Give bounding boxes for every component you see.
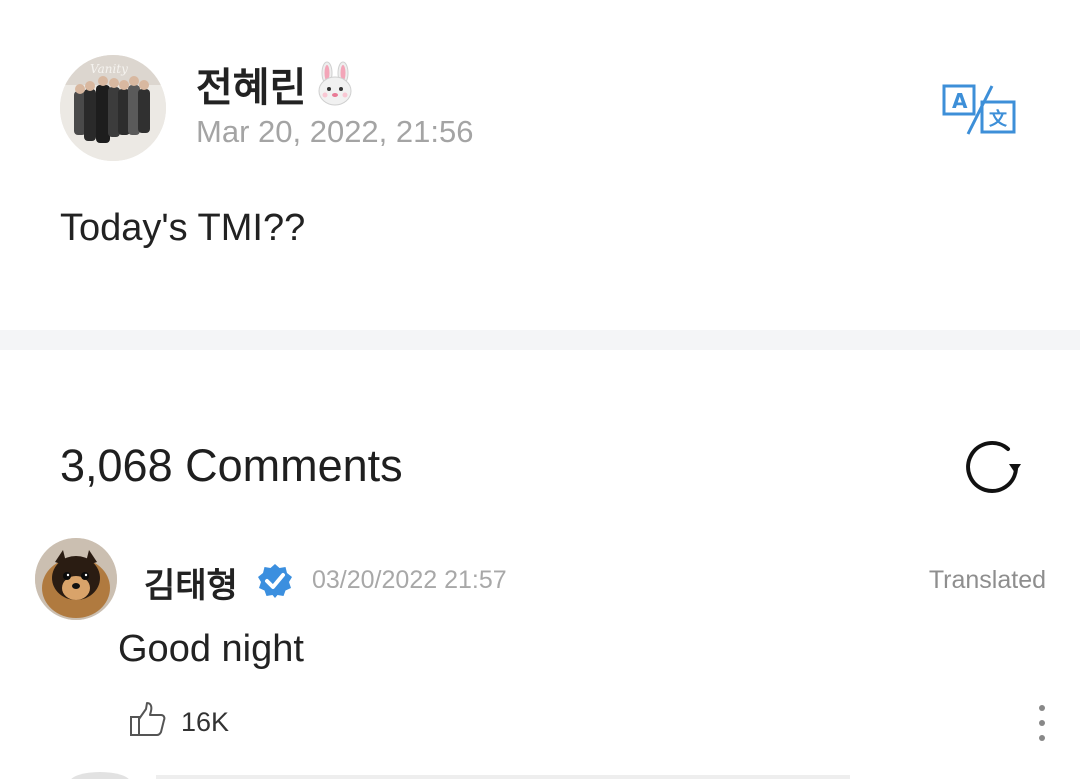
translated-label[interactable]: Translated — [929, 566, 1046, 595]
like-button[interactable] — [128, 700, 168, 740]
comment-date: 03/20/2022 21:57 — [312, 566, 507, 594]
like-count: 16K — [181, 707, 230, 737]
svg-text:A: A — [952, 89, 968, 113]
refresh-icon — [966, 441, 1021, 493]
comment-item: 김태형 03/20/2022 21:57 Translated Good nig… — [0, 530, 1080, 779]
refresh-button[interactable] — [960, 435, 1024, 499]
post-author-name[interactable]: 전혜린 — [196, 55, 358, 113]
comments-header: 3,068 Comments — [0, 350, 1080, 520]
translate-button[interactable]: A 文 — [940, 82, 1018, 138]
svg-text:Vanity: Vanity — [90, 62, 128, 76]
dog-avatar — [35, 538, 117, 620]
post-author-name-text: 전혜린 — [196, 66, 307, 110]
section-divider — [0, 330, 1080, 350]
rabbit-face-icon — [312, 61, 358, 107]
more-vertical-icon — [1039, 705, 1045, 741]
more-options-button[interactable] — [1030, 702, 1054, 744]
post-date: Mar 20, 2022, 21:56 — [196, 114, 474, 149]
group-photo-avatar: Vanity — [60, 55, 166, 161]
verified-badge-icon — [256, 562, 294, 600]
comment-author-avatar[interactable] — [35, 538, 117, 620]
post-author-avatar[interactable]: Vanity — [60, 55, 166, 161]
post: Vanity 전혜린 Mar 20, 2022, 21:56 A 文 Today… — [0, 0, 1080, 330]
post-body: Today's TMI?? — [60, 207, 306, 249]
next-comment-preview — [156, 775, 850, 779]
translate-icon: A 文 — [942, 84, 1016, 135]
svg-text:文: 文 — [989, 108, 1008, 130]
comments-count: 3,068 Comments — [60, 440, 403, 491]
comment-text: Good night — [118, 628, 304, 670]
thumbs-up-icon — [130, 702, 166, 736]
comment-author-name[interactable]: 김태형 — [144, 558, 238, 607]
